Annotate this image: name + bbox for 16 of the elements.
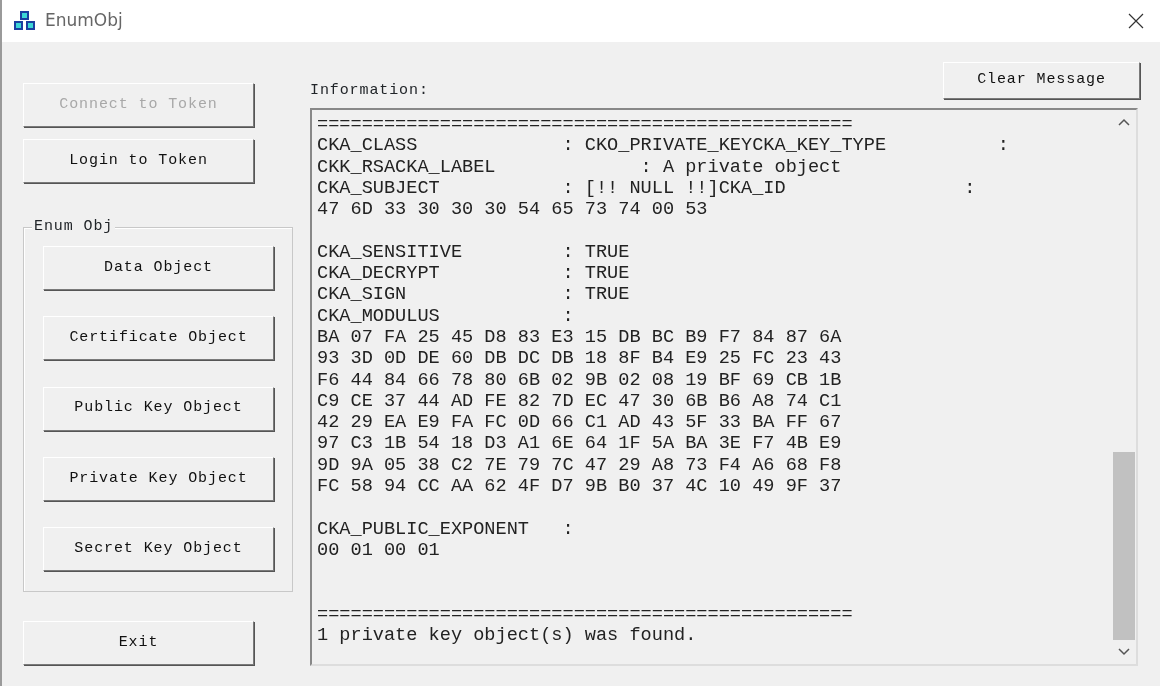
object-button[interactable]: Public Key Object — [43, 386, 274, 431]
close-icon[interactable] — [1128, 13, 1144, 29]
object-button[interactable]: Certificate Object — [43, 316, 274, 361]
information-field[interactable]: ================================================ CKA_CLASS : CKO_PRIVATE_KEYCKA_KEY_TYPE : CKK_RSACKA_LABEL : A private object CKA_SUBJECT : [!! NULL !!]CKA_ID : 47 6D 33 30 30 30 54 65 73 74 00 53 CKA_SENSITIVE : TRUE CKA_DECRYPT : TRUE CKA_SIGN : TRUE CKA_MODULUS : BA 07 FA 25 45 D8 83 E3 15 DB BC B9 F7 84 87 6A 93 3D 0D DE 60 DB DC DB 18 8F B4 E9 25 FC 23 43 F6 44 84 66 78 80 6B 02 9B 02 08 19 BF 69 CB 1B C9 CE 37 44 AD FE 82 7D EC 47 30 6B B6 A8 74 C1 42 29 EA E9 FA FC 0D 66 C1 AD 43 5F 33 BA FF 67 97 C3 1B 54 18 D3 A1 6E 64 1F 5A BA 3E F7 4B E9 9D 9A 05 38 C2 7E 79 7C 47 29 A8 73 F4 A6 68 F8 FC 58 94 CC AA 62 4F D7 9B B0 37 4C 10 49 9F 37 CKA_PUBLIC_EXPONENT : 00 01 00 01 ================================================ 1 private key object(s) was found. — [310, 108, 1138, 666]
scroll-down-icon[interactable] — [1118, 648, 1130, 656]
clear-message-button[interactable]: Clear Message — [943, 62, 1140, 99]
object-button[interactable]: Secret Key Object — [43, 527, 274, 571]
login-button[interactable]: Login to Token — [23, 139, 254, 183]
exit-button[interactable]: Exit — [23, 621, 254, 665]
information-label: Information: — [310, 80, 429, 101]
scrollbar-thumb[interactable] — [1113, 452, 1135, 640]
object-button[interactable]: Private Key Object — [43, 456, 274, 501]
window-title: EnumObj — [45, 9, 123, 33]
object-button[interactable]: Data Object — [43, 246, 274, 290]
scroll-up-icon[interactable] — [1118, 118, 1130, 126]
app-icon — [13, 10, 37, 32]
